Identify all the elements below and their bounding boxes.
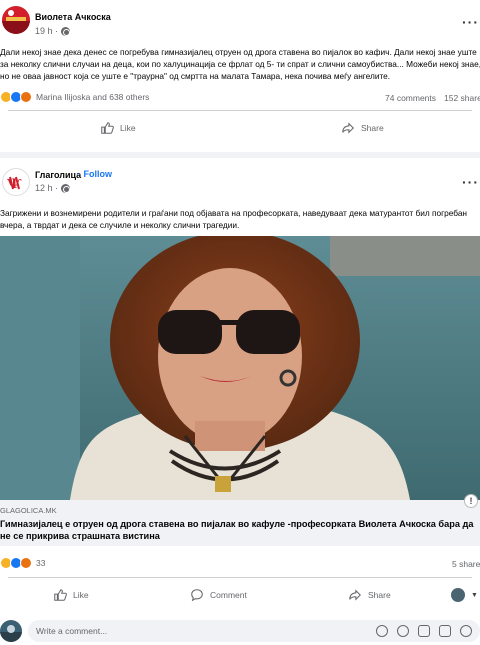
angry-reaction-icon [20, 91, 32, 103]
emoji-smile-icon[interactable] [397, 625, 409, 637]
like-button[interactable]: Like [53, 588, 89, 602]
share-button[interactable]: Share [348, 588, 391, 602]
comment-icon [191, 589, 203, 602]
link-preview-image[interactable] [0, 236, 480, 500]
comment-button[interactable]: Comment [190, 588, 247, 602]
like-label: Like [73, 590, 89, 600]
share-icon [342, 122, 354, 134]
author-name[interactable]: Виолета Ачкоска [35, 12, 111, 22]
link-domain: GLAGOLICA.MK [0, 506, 57, 515]
shares-count[interactable]: 5 shares [452, 559, 480, 569]
post-text-line: но не оваа јавност која се уште е "траур… [0, 71, 391, 81]
svg-text:Ѱ: Ѱ [7, 177, 22, 192]
comments-count[interactable]: 74 comments [385, 93, 436, 103]
author-avatar[interactable] [2, 6, 30, 34]
reactions-summary[interactable]: 33 [0, 557, 45, 569]
globe-icon [61, 26, 71, 36]
user-avatar-small [451, 588, 465, 602]
user-avatar[interactable] [0, 620, 22, 642]
more-options-icon[interactable]: ··· [462, 14, 479, 30]
divider [8, 110, 472, 111]
comment-input[interactable]: Write a comment... [28, 620, 480, 642]
post-time[interactable]: 19 h · [35, 26, 71, 36]
chevron-down-icon: ▼ [471, 591, 478, 599]
comment-label: Comment [210, 590, 247, 600]
divider [8, 577, 472, 578]
post-text-line: вчера, а тврдат и дека се случиле и неко… [0, 220, 240, 230]
gif-icon[interactable] [439, 625, 451, 637]
post-time[interactable]: 12 h · [35, 183, 71, 193]
reaction-count: 33 [36, 558, 46, 568]
globe-icon [61, 183, 71, 193]
share-icon [349, 589, 361, 601]
share-label: Share [361, 123, 384, 133]
post-card-1: Виолета Ачкоска 19 h · ··· Дали некој зн… [0, 0, 480, 152]
share-label: Share [368, 590, 391, 600]
camera-icon[interactable] [418, 625, 430, 637]
more-options-icon[interactable]: ··· [462, 174, 479, 190]
comment-placeholder: Write a comment... [36, 626, 108, 636]
info-icon[interactable]: ! [464, 494, 478, 508]
link-preview[interactable]: GLAGOLICA.MK Гимназијалец е отруен од др… [0, 494, 480, 546]
post-text-line: Загрижени и вознемирени родители и граѓа… [0, 208, 468, 218]
share-button[interactable]: Share [341, 121, 384, 135]
comment-tools [376, 625, 472, 637]
shares-count[interactable]: 152 shares [444, 93, 480, 103]
reactions-summary[interactable]: Marina Ilijoska and 638 others [0, 91, 149, 103]
time-text: 19 h · [35, 26, 59, 36]
reaction-icons [0, 91, 32, 103]
page-name[interactable]: Глаголица [35, 170, 81, 180]
post-card-2: Ѱ Глаголица · Follow 12 h · ··· Загрижен… [0, 158, 480, 645]
follow-link[interactable]: · Follow [78, 169, 112, 179]
like-button[interactable]: Like [100, 121, 136, 135]
post-text-line: за неколку слични случаи на деца, кои по… [0, 59, 480, 69]
angry-reaction-icon [20, 557, 32, 569]
emoji-icon[interactable] [376, 625, 388, 637]
reaction-icons [0, 557, 32, 569]
like-icon [54, 589, 67, 601]
link-title[interactable]: Гимназијалец е отруен од дрога ставена в… [0, 518, 478, 542]
like-label: Like [120, 123, 136, 133]
reactors-text: Marina Ilijoska and 638 others [36, 92, 150, 102]
sticker-icon[interactable] [460, 625, 472, 637]
time-text: 12 h · [35, 183, 59, 193]
post-text-line: Дали некој знае дека денес се погребува … [0, 47, 477, 57]
page-avatar[interactable]: Ѱ [2, 168, 30, 196]
audience-selector[interactable]: ▼ [451, 588, 478, 602]
like-icon [101, 122, 114, 134]
